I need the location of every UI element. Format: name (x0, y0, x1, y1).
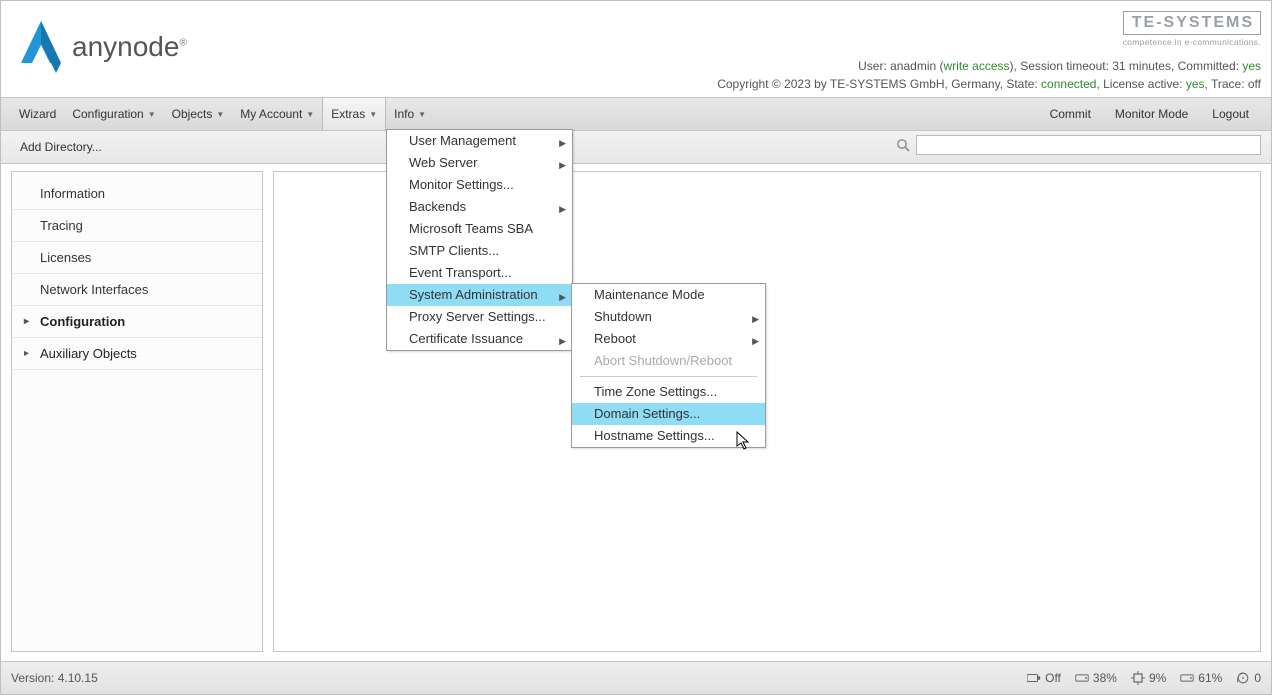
product-logo: anynode® (16, 19, 187, 75)
caret-down-icon: ▼ (306, 110, 314, 119)
toolbar: Add Directory... (1, 131, 1271, 164)
footer-network-status[interactable]: Off (1027, 671, 1061, 685)
sidebar-item-information[interactable]: Information (12, 178, 262, 210)
sidebar: Information Tracing Licenses Network Int… (11, 171, 263, 652)
system-administration-submenu: Maintenance Mode Shutdown▶ Reboot▶ Abort… (571, 283, 766, 448)
chevron-right-icon: ▶ (559, 334, 566, 348)
menu-configuration[interactable]: Configuration▼ (64, 98, 163, 130)
network-icon (1027, 671, 1041, 685)
menu-monitor-mode[interactable]: Monitor Mode (1103, 98, 1200, 130)
chevron-right-icon: ▶ (752, 312, 759, 326)
menu-commit[interactable]: Commit (1038, 98, 1103, 130)
te-systems-logo-main: TE-SYSTEMS (1123, 11, 1261, 35)
sidebar-item-network-interfaces[interactable]: Network Interfaces (12, 274, 262, 306)
footer-disk1-status[interactable]: 38% (1075, 671, 1117, 685)
footer-disk2-status[interactable]: 61% (1180, 671, 1222, 685)
sysadmin-hostname-settings[interactable]: Hostname Settings... (572, 425, 765, 447)
chevron-right-icon: ▶ (559, 158, 566, 172)
sysadmin-abort-shutdown-reboot: Abort Shutdown/Reboot (572, 350, 765, 372)
sidebar-item-tracing[interactable]: Tracing (12, 210, 262, 242)
te-systems-logo: TE-SYSTEMS competence in e-communication… (1123, 11, 1261, 47)
caret-down-icon: ▼ (216, 110, 224, 119)
status-line-system: Copyright © 2023 by TE-SYSTEMS GmbH, Ger… (717, 77, 1261, 91)
extras-web-server[interactable]: Web Server▶ (387, 152, 572, 174)
extras-proxy-server-settings[interactable]: Proxy Server Settings... (387, 306, 572, 328)
caret-down-icon: ▼ (418, 110, 426, 119)
sidebar-item-auxiliary-objects[interactable]: ▸Auxiliary Objects (12, 338, 262, 370)
menu-objects[interactable]: Objects▼ (164, 98, 233, 130)
product-name: anynode (72, 31, 179, 62)
sidebar-item-licenses[interactable]: Licenses (12, 242, 262, 274)
extras-dropdown: User Management▶ Web Server▶ Monitor Set… (386, 129, 573, 351)
cpu-icon (1131, 671, 1145, 685)
sysadmin-maintenance-mode[interactable]: Maintenance Mode (572, 284, 765, 306)
search-icon[interactable] (896, 138, 910, 152)
menu-separator (580, 376, 757, 377)
menu-wizard[interactable]: Wizard (11, 98, 64, 130)
sysadmin-reboot[interactable]: Reboot▶ (572, 328, 765, 350)
sysadmin-time-zone-settings[interactable]: Time Zone Settings... (572, 381, 765, 403)
chevron-right-icon: ▶ (559, 202, 566, 216)
chevron-right-icon: ▸ (24, 316, 29, 327)
extras-monitor-settings[interactable]: Monitor Settings... (387, 174, 572, 196)
menu-my-account[interactable]: My Account▼ (232, 98, 322, 130)
extras-system-administration[interactable]: System Administration▶ (387, 284, 572, 306)
extras-event-transport[interactable]: Event Transport... (387, 262, 572, 284)
footer-warning-status[interactable]: 0 (1236, 671, 1261, 685)
te-systems-logo-sub: competence in e-communications. (1123, 37, 1261, 47)
version-label: Version: 4.10.15 (11, 671, 98, 685)
extras-user-management[interactable]: User Management▶ (387, 130, 572, 152)
menu-info[interactable]: Info▼ (386, 98, 434, 130)
disk-icon (1180, 671, 1194, 685)
caret-down-icon: ▼ (148, 110, 156, 119)
chevron-right-icon: ▶ (559, 136, 566, 150)
status-line-user: User: anadmin (write access), Session ti… (858, 59, 1261, 73)
search-input[interactable] (916, 135, 1261, 155)
chevron-right-icon: ▶ (559, 290, 566, 304)
caret-down-icon: ▼ (369, 110, 377, 119)
extras-smtp-clients[interactable]: SMTP Clients... (387, 240, 572, 262)
write-access-link[interactable]: write access (944, 59, 1010, 73)
anynode-logo-icon (16, 19, 66, 75)
disk-icon (1075, 671, 1089, 685)
registered-mark: ® (179, 38, 186, 49)
extras-certificate-issuance[interactable]: Certificate Issuance▶ (387, 328, 572, 350)
sidebar-item-configuration[interactable]: ▸Configuration (12, 306, 262, 338)
add-directory-button[interactable]: Add Directory... (11, 131, 110, 163)
menubar: Wizard Configuration▼ Objects▼ My Accoun… (1, 97, 1271, 131)
menu-logout[interactable]: Logout (1200, 98, 1261, 130)
warning-icon (1236, 671, 1250, 685)
sysadmin-domain-settings[interactable]: Domain Settings... (572, 403, 765, 425)
sysadmin-shutdown[interactable]: Shutdown▶ (572, 306, 765, 328)
extras-backends[interactable]: Backends▶ (387, 196, 572, 218)
footer: Version: 4.10.15 Off 38% 9% 61% 0 (1, 661, 1271, 694)
menu-extras[interactable]: Extras▼ (322, 98, 386, 130)
chevron-right-icon: ▶ (752, 334, 759, 348)
extras-ms-teams-sba[interactable]: Microsoft Teams SBA (387, 218, 572, 240)
chevron-right-icon: ▸ (24, 348, 29, 359)
footer-cpu-status[interactable]: 9% (1131, 671, 1166, 685)
